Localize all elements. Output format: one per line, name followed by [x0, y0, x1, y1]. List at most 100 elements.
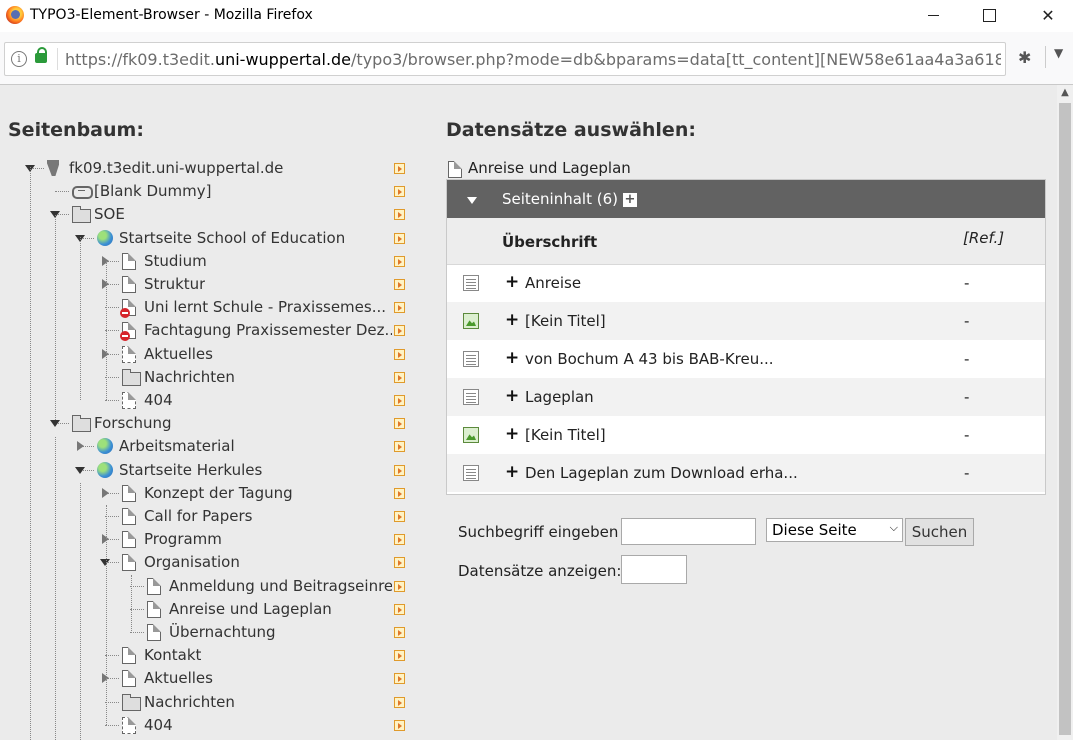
context-menu-arrow-icon[interactable]	[394, 279, 405, 290]
tree-node-label[interactable]: SOE	[94, 205, 125, 223]
page-icon[interactable]	[122, 717, 136, 734]
page-icon[interactable]	[122, 346, 136, 363]
context-menu-arrow-icon[interactable]	[394, 627, 405, 638]
tree-node-label[interactable]: Übernachtung	[169, 623, 276, 641]
page-icon[interactable]	[122, 276, 136, 293]
page-icon[interactable]	[122, 554, 136, 571]
tree-node[interactable]: Startseite Herkules	[0, 459, 420, 481]
context-menu-arrow-icon[interactable]	[394, 604, 405, 615]
tree-node-label[interactable]: Konzept der Tagung	[144, 484, 293, 502]
context-menu-arrow-icon[interactable]	[394, 697, 405, 708]
tree-node-label[interactable]: 404	[144, 391, 173, 409]
tree-node[interactable]: Forschung	[0, 412, 420, 434]
page-icon[interactable]	[147, 624, 161, 641]
tree-node[interactable]: Kontakt	[0, 644, 420, 666]
record-title-link[interactable]: [Kein Titel]	[525, 426, 606, 444]
text-content-icon[interactable]	[463, 275, 479, 291]
context-menu-arrow-icon[interactable]	[394, 325, 405, 336]
tree-node[interactable]: Uni lernt Schule - Praxissemes...	[0, 296, 420, 318]
context-menu-arrow-icon[interactable]	[394, 534, 405, 545]
tree-node[interactable]: Übernachtung	[0, 621, 420, 643]
page-icon[interactable]	[122, 485, 136, 502]
record-title-link[interactable]: Anreise	[525, 274, 581, 292]
collapse-arrow-icon[interactable]	[100, 559, 110, 566]
minimize-button[interactable]	[904, 0, 964, 32]
record-title-link[interactable]: von Bochum A 43 bis BAB-Kreu...	[525, 350, 774, 368]
tree-node[interactable]: [Blank Dummy]	[0, 180, 420, 202]
page-icon[interactable]	[122, 508, 136, 525]
context-menu-arrow-icon[interactable]	[394, 256, 405, 267]
close-button[interactable]: ✕	[1018, 0, 1073, 32]
record-title-link[interactable]: Den Lageplan zum Download erha...	[525, 464, 798, 482]
tree-node[interactable]: 404	[0, 714, 420, 736]
context-menu-arrow-icon[interactable]	[394, 163, 405, 174]
tree-node[interactable]: 404	[0, 389, 420, 411]
tree-node-label[interactable]: Uni lernt Schule - Praxissemes...	[144, 298, 386, 316]
page-icon[interactable]	[122, 253, 136, 270]
context-menu-arrow-icon[interactable]	[394, 302, 405, 313]
tree-node[interactable]: Arbeitsmaterial	[0, 435, 420, 457]
table-row[interactable]: + Den Lageplan zum Download erha... -	[447, 454, 1045, 492]
context-menu-arrow-icon[interactable]	[394, 673, 405, 684]
globe-icon[interactable]	[97, 462, 113, 478]
table-row[interactable]: + [Kein Titel] -	[447, 416, 1045, 454]
scroll-up-arrow-icon[interactable]: ▲	[1059, 87, 1071, 99]
image-content-icon[interactable]	[463, 427, 479, 443]
info-icon[interactable]: i	[11, 51, 27, 67]
table-row[interactable]: + Lageplan -	[447, 378, 1045, 416]
table-row[interactable]: + [Kein Titel] -	[447, 302, 1045, 340]
add-record-icon[interactable]: +	[505, 462, 519, 482]
collapse-icon[interactable]	[467, 197, 477, 204]
expand-arrow-icon[interactable]	[77, 441, 84, 451]
context-menu-arrow-icon[interactable]	[394, 650, 405, 661]
context-menu-arrow-icon[interactable]	[394, 465, 405, 476]
collapse-arrow-icon[interactable]	[50, 420, 60, 427]
record-title-link[interactable]: [Kein Titel]	[525, 312, 606, 330]
tree-node-label[interactable]: 404	[144, 716, 173, 734]
tree-node-label[interactable]: Kontakt	[144, 646, 201, 664]
tree-node[interactable]: Call for Papers	[0, 505, 420, 527]
tree-node[interactable]: Studium	[0, 250, 420, 272]
text-content-icon[interactable]	[463, 465, 479, 481]
tree-node-label[interactable]: Fachtagung Praxissemester Dez...	[144, 321, 392, 339]
tree-node-label[interactable]: Aktuelles	[144, 669, 213, 687]
page-icon[interactable]	[147, 578, 161, 595]
lock-icon[interactable]	[35, 47, 47, 63]
tree-node-label[interactable]: Call for Papers	[144, 507, 252, 525]
chevron-down-icon[interactable]: ▼	[1054, 46, 1063, 60]
page-icon[interactable]	[147, 601, 161, 618]
globe-icon[interactable]	[97, 438, 113, 454]
context-menu-arrow-icon[interactable]	[394, 581, 405, 592]
tree-node-label[interactable]: Struktur	[144, 275, 205, 293]
tree-node[interactable]: Anmeldung und Beitragseinreic...	[0, 575, 420, 597]
context-menu-arrow-icon[interactable]	[394, 720, 405, 731]
tree-node-label[interactable]: Studium	[144, 252, 207, 270]
tree-node-label[interactable]: [Blank Dummy]	[94, 182, 211, 200]
context-menu-arrow-icon[interactable]	[394, 441, 405, 452]
vertical-scrollbar[interactable]: ▲	[1057, 85, 1073, 740]
maximize-button[interactable]	[960, 0, 1020, 32]
table-row[interactable]: + Anreise -	[447, 264, 1045, 302]
context-menu-arrow-icon[interactable]	[394, 186, 405, 197]
tree-node[interactable]: Fachtagung Praxissemester Dez...	[0, 319, 420, 341]
url-text[interactable]: https://fk09.t3edit.uni-wuppertal.de/typ…	[65, 50, 1001, 69]
tree-node-label[interactable]: Organisation	[144, 553, 240, 571]
tree-node[interactable]: Aktuelles	[0, 667, 420, 689]
expand-table-button[interactable]: +	[623, 193, 637, 207]
tree-node-label[interactable]: Nachrichten	[144, 693, 235, 711]
folder-icon[interactable]	[72, 415, 91, 432]
tree-node-label[interactable]: Programm	[144, 530, 222, 548]
tree-node[interactable]: Struktur	[0, 273, 420, 295]
show-records-input[interactable]	[621, 555, 687, 584]
tree-node-label[interactable]: Forschung	[94, 414, 172, 432]
search-scope-select[interactable]: Diese Seite ⌵	[766, 518, 903, 542]
context-menu-arrow-icon[interactable]	[394, 395, 405, 406]
tree-node-label[interactable]: Nachrichten	[144, 368, 235, 386]
scrollbar-thumb[interactable]	[1059, 103, 1071, 735]
tree-node[interactable]: Anreise und Lageplan	[0, 598, 420, 620]
page-icon[interactable]	[122, 647, 136, 664]
address-bar[interactable]: i https://fk09.t3edit.uni-wuppertal.de/t…	[4, 42, 1006, 76]
add-record-icon[interactable]: +	[505, 348, 519, 368]
tree-node-label[interactable]: Anmeldung und Beitragseinreic...	[169, 577, 392, 595]
link-icon[interactable]	[72, 186, 93, 199]
